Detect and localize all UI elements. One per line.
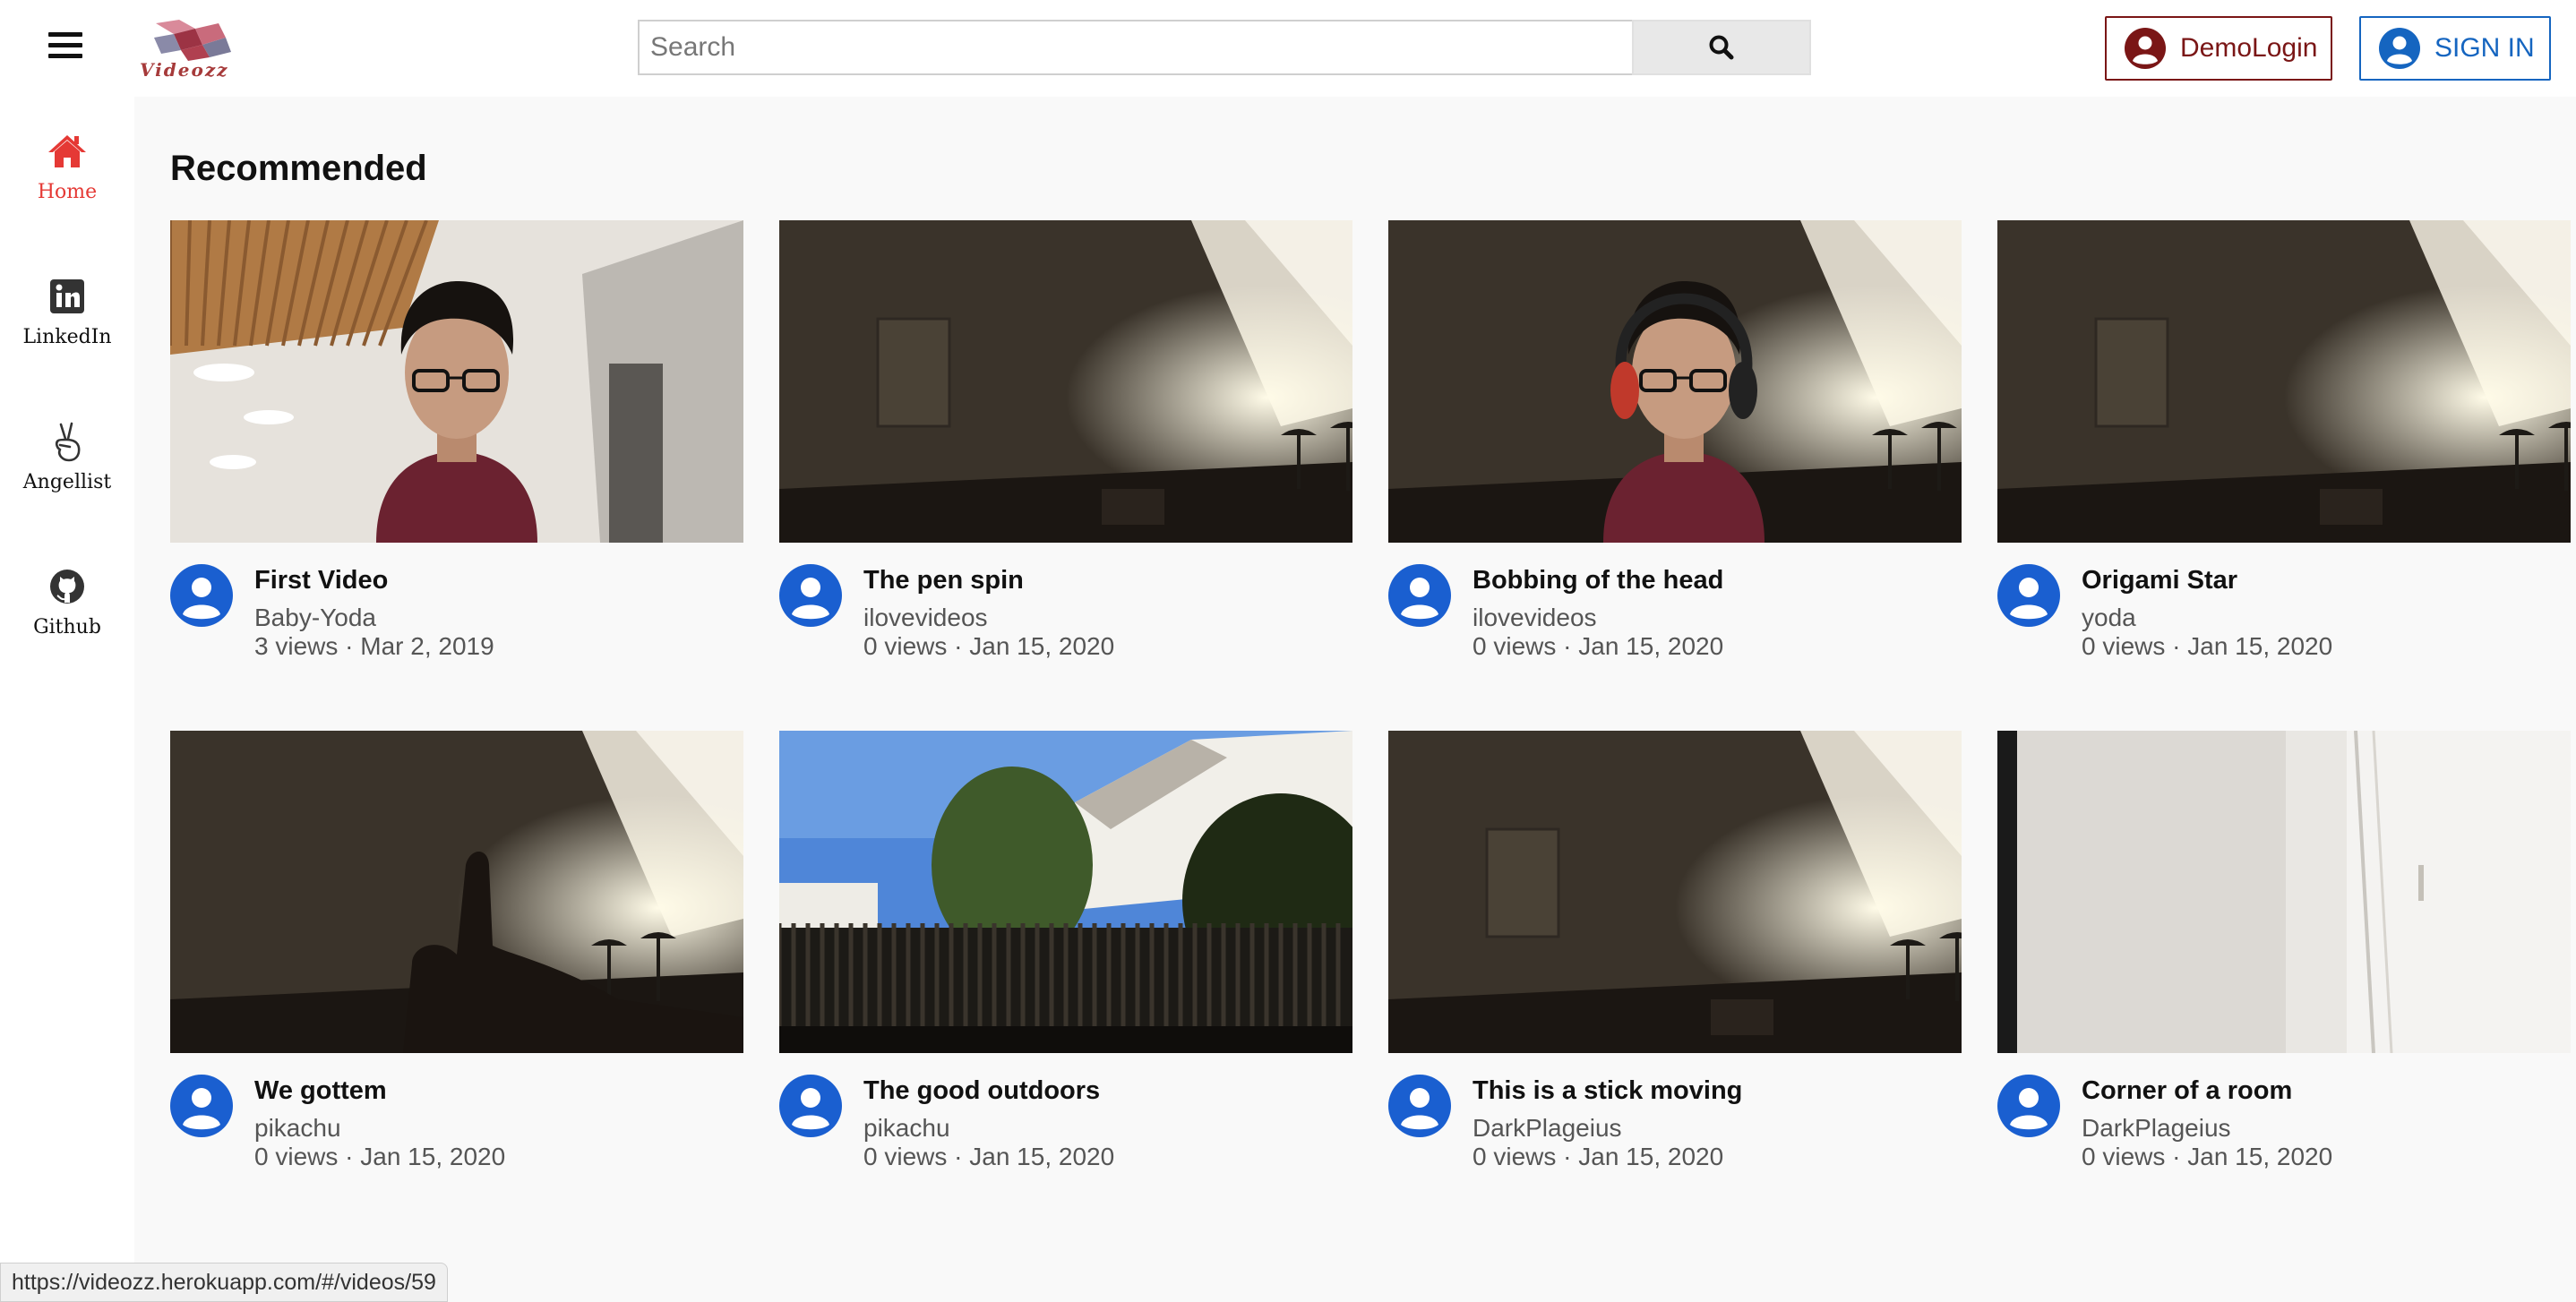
- sign-in-button[interactable]: SIGN IN: [2359, 16, 2551, 81]
- video-meta: 0 views · Jan 15, 2020: [2082, 632, 2333, 660]
- angellist-icon: [47, 421, 88, 462]
- video-title[interactable]: First Video: [254, 566, 388, 595]
- channel-avatar-icon[interactable]: [1997, 564, 2060, 627]
- home-icon: [47, 131, 88, 172]
- video-card[interactable]: Origami Star yoda 0 views · Jan 15, 2020: [1997, 220, 2571, 686]
- channel-name[interactable]: DarkPlageius: [2082, 1114, 2231, 1143]
- video-thumbnail[interactable]: [779, 731, 1352, 1053]
- search-bar: [638, 20, 1811, 75]
- video-thumbnail[interactable]: [779, 220, 1352, 543]
- search-button[interactable]: [1632, 20, 1811, 75]
- video-meta: 0 views · Jan 15, 2020: [1473, 1143, 1724, 1170]
- user-avatar-icon: [2125, 28, 2166, 69]
- channel-name[interactable]: DarkPlageius: [1473, 1114, 1622, 1143]
- sidebar-item-home[interactable]: Home: [0, 131, 134, 238]
- video-meta: 0 views · Jan 15, 2020: [1473, 632, 1724, 660]
- channel-avatar-icon[interactable]: [1388, 564, 1451, 627]
- channel-avatar-icon[interactable]: [779, 1075, 842, 1137]
- linkedin-icon: [47, 276, 88, 317]
- video-meta: 0 views · Jan 15, 2020: [2082, 1143, 2333, 1170]
- menu-icon[interactable]: [48, 32, 82, 61]
- video-card[interactable]: The pen spin ilovevideos 0 views · Jan 1…: [779, 220, 1352, 686]
- search-icon: [1709, 35, 1734, 60]
- video-thumbnail[interactable]: [1997, 220, 2571, 543]
- channel-name[interactable]: yoda: [2082, 604, 2136, 632]
- video-card[interactable]: Corner of a room DarkPlageius 0 views · …: [1997, 731, 2571, 1196]
- video-meta: 0 views · Jan 15, 2020: [863, 632, 1115, 660]
- sidebar-item-label: LinkedIn: [22, 326, 112, 348]
- sidebar: Home LinkedIn Angellist Github: [0, 97, 134, 1302]
- sidebar-item-angellist[interactable]: Angellist: [0, 421, 134, 528]
- sidebar-item-label: Github: [33, 616, 101, 638]
- channel-avatar-icon[interactable]: [1997, 1075, 2060, 1137]
- channel-name[interactable]: pikachu: [254, 1114, 341, 1143]
- video-card[interactable]: We gottem pikachu 0 views · Jan 15, 2020: [170, 731, 743, 1196]
- logo-text: Videozz: [140, 59, 229, 81]
- user-avatar-icon: [2379, 28, 2420, 69]
- sidebar-item-label: Angellist: [22, 471, 112, 493]
- video-meta: 0 views · Jan 15, 2020: [254, 1143, 506, 1170]
- video-thumbnail[interactable]: [1388, 731, 1962, 1053]
- status-bar-url: https://videozz.herokuapp.com/#/videos/5…: [0, 1263, 448, 1302]
- video-meta: 3 views · Mar 2, 2019: [254, 632, 494, 660]
- channel-avatar-icon[interactable]: [170, 564, 233, 627]
- video-card[interactable]: This is a stick moving DarkPlageius 0 vi…: [1388, 731, 1962, 1196]
- sidebar-item-label: Home: [37, 181, 98, 203]
- channel-avatar-icon[interactable]: [170, 1075, 233, 1137]
- channel-name[interactable]: ilovevideos: [1473, 604, 1597, 632]
- video-card[interactable]: The good outdoors pikachu 0 views · Jan …: [779, 731, 1352, 1196]
- video-title[interactable]: Corner of a room: [2082, 1076, 2292, 1106]
- channel-avatar-icon[interactable]: [1388, 1075, 1451, 1137]
- channel-name[interactable]: ilovevideos: [863, 604, 988, 632]
- video-thumbnail[interactable]: [1997, 731, 2571, 1053]
- sidebar-item-github[interactable]: Github: [0, 566, 134, 673]
- video-title[interactable]: The pen spin: [863, 566, 1024, 595]
- demo-login-label: DemoLogin: [2180, 33, 2318, 63]
- video-thumbnail[interactable]: [1388, 220, 1962, 543]
- video-title[interactable]: This is a stick moving: [1473, 1076, 1742, 1106]
- video-title[interactable]: Origami Star: [2082, 566, 2237, 595]
- video-card[interactable]: First Video Baby-Yoda 3 views · Mar 2, 2…: [170, 220, 743, 686]
- search-input[interactable]: [638, 20, 1632, 75]
- video-title[interactable]: The good outdoors: [863, 1076, 1100, 1106]
- channel-avatar-icon[interactable]: [779, 564, 842, 627]
- channel-name[interactable]: pikachu: [863, 1114, 950, 1143]
- github-icon: [47, 566, 88, 607]
- top-navbar: Videozz DemoLogin SIGN IN: [0, 0, 2576, 97]
- page-title: Recommended: [170, 149, 427, 188]
- demo-login-button[interactable]: DemoLogin: [2105, 16, 2332, 81]
- video-thumbnail[interactable]: [170, 220, 743, 543]
- video-title[interactable]: Bobbing of the head: [1473, 566, 1723, 595]
- channel-name[interactable]: Baby-Yoda: [254, 604, 376, 632]
- video-thumbnail[interactable]: [170, 731, 743, 1053]
- video-card[interactable]: Bobbing of the head ilovevideos 0 views …: [1388, 220, 1962, 686]
- video-meta: 0 views · Jan 15, 2020: [863, 1143, 1115, 1170]
- sidebar-item-linkedin[interactable]: LinkedIn: [0, 276, 134, 383]
- sign-in-label: SIGN IN: [2434, 33, 2535, 63]
- video-title[interactable]: We gottem: [254, 1076, 387, 1106]
